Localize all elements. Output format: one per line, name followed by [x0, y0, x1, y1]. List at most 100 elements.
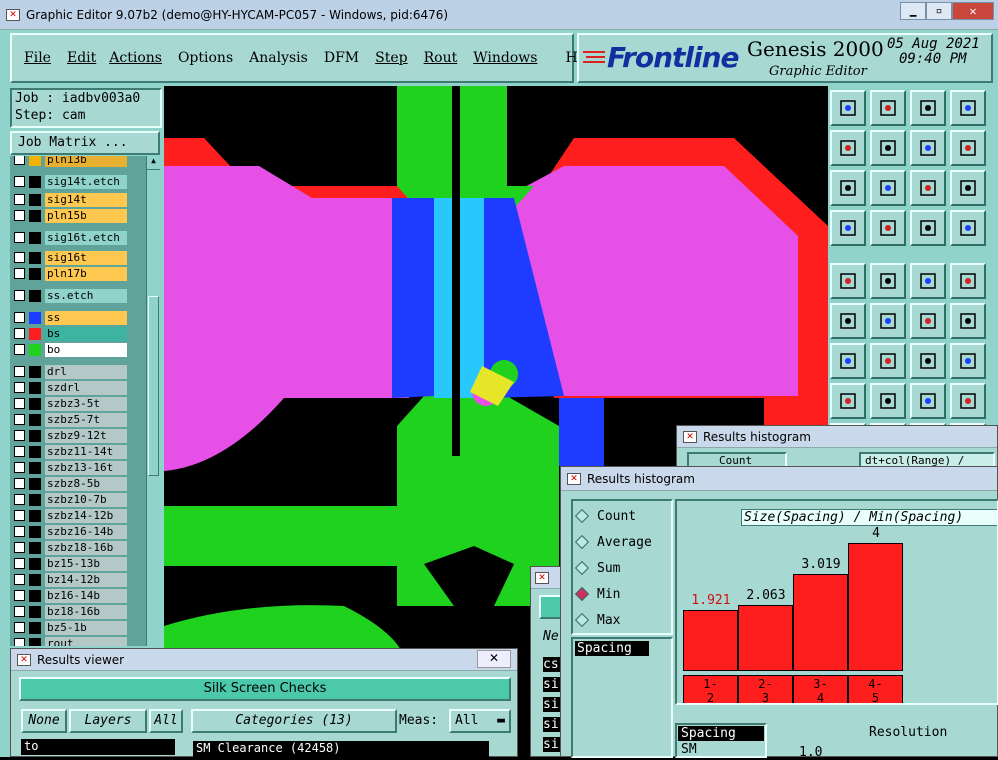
menu-options[interactable]: Options: [178, 50, 233, 66]
fit-tool-icon[interactable]: [950, 90, 986, 126]
pan-left-tool-icon[interactable]: [830, 130, 866, 166]
ruler-tool-icon[interactable]: [910, 263, 946, 299]
option-count[interactable]: Count: [573, 503, 671, 529]
job-matrix-button[interactable]: Job Matrix ...: [10, 131, 160, 155]
zoom-out-tool-icon[interactable]: [870, 90, 906, 126]
layer-checkbox[interactable]: [14, 194, 25, 205]
minimize-button[interactable]: ▁: [900, 2, 926, 20]
layer-checkbox[interactable]: [14, 414, 25, 425]
pad-tool-icon[interactable]: [910, 303, 946, 339]
none-button[interactable]: None: [21, 709, 67, 733]
zoom-in-tool-icon[interactable]: [830, 90, 866, 126]
categories-button[interactable]: Categories (13): [191, 709, 397, 733]
layer-checkbox[interactable]: [14, 510, 25, 521]
layer-row[interactable]: bz14-12b: [14, 572, 127, 587]
layer-checkbox[interactable]: [14, 210, 25, 221]
signal-tool-icon[interactable]: [910, 210, 946, 246]
histogram-bar[interactable]: [738, 604, 793, 671]
layer-checkbox[interactable]: [14, 344, 25, 355]
option-max[interactable]: Max: [573, 607, 671, 633]
layer-checkbox[interactable]: [14, 638, 25, 646]
layer-row[interactable]: bz5-1b: [14, 620, 127, 635]
close-button[interactable]: ✕: [952, 2, 994, 20]
layer-checkbox[interactable]: [14, 312, 25, 323]
layer-row[interactable]: bs: [14, 326, 127, 341]
target-tool-icon[interactable]: [950, 263, 986, 299]
pad-alt-tool-icon[interactable]: [950, 303, 986, 339]
histogram-bar[interactable]: [793, 574, 848, 671]
net-tool-icon[interactable]: [830, 303, 866, 339]
layer-checkbox[interactable]: [14, 156, 25, 165]
layer-row[interactable]: bz16-14b: [14, 588, 127, 603]
layer-row[interactable]: szbz5-7t: [14, 412, 127, 427]
pen-tool-icon[interactable]: [870, 343, 906, 379]
layer-checkbox[interactable]: [14, 252, 25, 263]
home-tool-icon[interactable]: [910, 90, 946, 126]
layer-row[interactable]: sig16t: [14, 250, 127, 265]
box-tool-icon[interactable]: [910, 383, 946, 419]
layer-row[interactable]: pln15b: [14, 208, 127, 223]
layer-row[interactable]: szbz16-14b: [14, 524, 127, 539]
layer-row[interactable]: szbz18-16b: [14, 540, 127, 555]
menu-file[interactable]: File: [24, 50, 51, 66]
layer-checkbox[interactable]: [14, 558, 25, 569]
meas-dropdown[interactable]: All ▬: [449, 709, 511, 733]
layer-row[interactable]: bz18-16b: [14, 604, 127, 619]
lower-item-spacing[interactable]: Spacing: [678, 726, 764, 741]
layer-row[interactable]: szbz14-12b: [14, 508, 127, 523]
menu-rout[interactable]: Rout: [424, 50, 458, 66]
menu-dfm[interactable]: DFM: [324, 50, 359, 66]
layer-checkbox[interactable]: [14, 494, 25, 505]
layer-row[interactable]: drl: [14, 364, 127, 379]
cross-tool-icon[interactable]: [870, 303, 906, 339]
filter-input[interactable]: to: [21, 739, 175, 755]
scroll-thumb[interactable]: [148, 296, 159, 476]
histogram-bar[interactable]: [848, 543, 903, 671]
field-list-item[interactable]: Spacing: [575, 641, 649, 656]
probe-tool-icon[interactable]: [870, 210, 906, 246]
help-tool-icon[interactable]: [950, 170, 986, 206]
layer-checkbox[interactable]: [14, 526, 25, 537]
maximize-button[interactable]: ▫: [926, 2, 952, 20]
layer-checkbox[interactable]: [14, 176, 25, 187]
flip-tool-icon[interactable]: [950, 343, 986, 379]
undo-tool-icon[interactable]: [910, 130, 946, 166]
menu-windows[interactable]: Windows: [473, 50, 537, 66]
scroll-up-icon[interactable]: ▲: [147, 156, 160, 170]
pan-right-tool-icon[interactable]: [870, 130, 906, 166]
bar-tool-icon[interactable]: [870, 383, 906, 419]
layer-row[interactable]: szbz11-14t: [14, 444, 127, 459]
ratio-tool-icon[interactable]: [910, 170, 946, 206]
option-average[interactable]: Average: [573, 529, 671, 555]
layer-checkbox[interactable]: [14, 232, 25, 243]
polygon-tool-icon[interactable]: [870, 263, 906, 299]
layer-checkbox[interactable]: [14, 462, 25, 473]
menu-analysis[interactable]: Analysis: [249, 50, 308, 66]
results-viewer-close[interactable]: ✕: [477, 650, 511, 668]
menu-edit[interactable]: Edit: [67, 50, 96, 66]
measure-tool-icon[interactable]: [830, 263, 866, 299]
layers-button[interactable]: Layers: [69, 709, 147, 733]
layer-row[interactable]: szbz8-5b: [14, 476, 127, 491]
snap-tool-icon[interactable]: [950, 130, 986, 166]
layer-row[interactable]: rout: [14, 636, 127, 646]
layer-row[interactable]: szbz3-5t: [14, 396, 127, 411]
menu-step[interactable]: Step: [375, 50, 407, 66]
option-min[interactable]: Min: [573, 581, 671, 607]
layer-row[interactable]: bo: [14, 342, 127, 357]
layer-row[interactable]: szbz10-7b: [14, 492, 127, 507]
layer-row[interactable]: bz15-13b: [14, 556, 127, 571]
layer-checkbox[interactable]: [14, 590, 25, 601]
layer-row[interactable]: szbz9-12t: [14, 428, 127, 443]
histogram-bar[interactable]: [683, 609, 738, 671]
layer-checkbox[interactable]: [14, 398, 25, 409]
layer-row[interactable]: ss.etch: [14, 288, 127, 303]
line-tool-icon[interactable]: [830, 343, 866, 379]
settings-tool-icon[interactable]: [830, 210, 866, 246]
signal-alt-tool-icon[interactable]: [950, 210, 986, 246]
all-button[interactable]: All: [149, 709, 183, 733]
layer-checkbox[interactable]: [14, 446, 25, 457]
layer-checkbox[interactable]: [14, 478, 25, 489]
layer-checkbox[interactable]: [14, 622, 25, 633]
layer-row[interactable]: sig14t.etch: [14, 174, 127, 189]
